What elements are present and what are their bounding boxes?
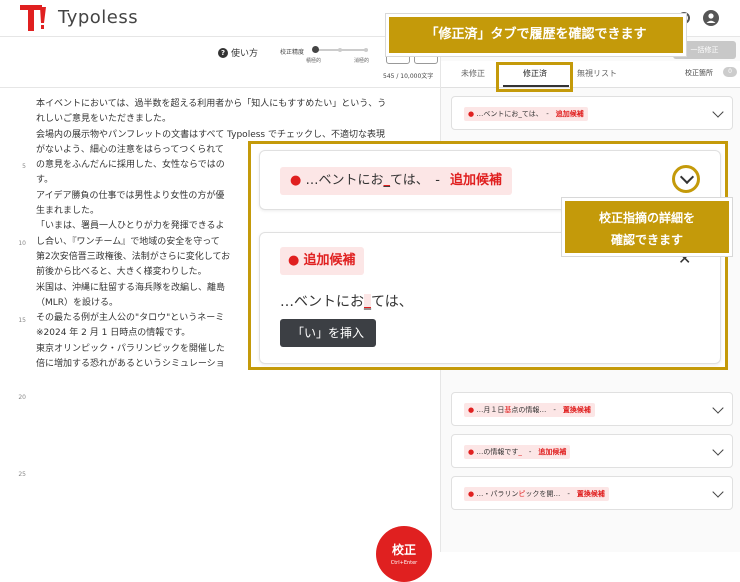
line-number: 25 [18, 471, 26, 478]
callout-fixed-tab: 「修正済」タブで履歴を確認できます [386, 14, 686, 56]
tab-ignore-list[interactable]: 無視リスト [577, 68, 617, 79]
proofread-shortcut: Ctrl+Enter [390, 560, 418, 566]
tab-highlight-frame [496, 62, 573, 92]
issue-count-badge: 0 [723, 67, 737, 77]
typoless-logo-icon [20, 5, 46, 31]
insert-button[interactable]: 「い」を挿入 [280, 319, 377, 347]
line-number: 10 [18, 240, 26, 247]
editor-line: れしいご意見をいただきました。 [36, 114, 172, 125]
panel-tabs: 未修正 修正済 無視リスト 校正箇所 0 [441, 61, 740, 88]
slider-step [364, 48, 368, 52]
zoom-suggestion-tag: ● …ベントにお_ては、 - 追加候補 [280, 167, 512, 195]
callout-details-line2: 確認できます [610, 233, 683, 247]
suggestion-tag: ● …・パラリンピックを開… - 置換候補 [464, 487, 609, 501]
help-icon: ? [218, 47, 228, 58]
detail-snippet: …ベントにお_ては、 [280, 294, 413, 310]
callout-details-line1: 校正指摘の詳細を [598, 211, 695, 225]
account-icon[interactable] [703, 10, 719, 26]
editor-line: 本イベントにおいては、過半数を超える利用者から「知人にもすすめたい」という、う [36, 99, 387, 109]
help-label: 使い方 [231, 49, 259, 59]
proofread-button[interactable]: 校正 Ctrl+Enter [376, 526, 432, 582]
suggestion-card[interactable]: ● …・パラリンピックを開… - 置換候補 [451, 476, 733, 510]
precision-label: 校正精度 [280, 49, 305, 56]
line-number: 20 [18, 394, 26, 401]
precision-max-label: 消極的 [354, 58, 370, 64]
suggestion-card[interactable]: ● …の情報です_ - 追加候補 [451, 434, 733, 468]
suggestion-tag: ● …ベントにお_ては、 - 追加候補 [464, 107, 588, 121]
help-link[interactable]: ? 使い方 [218, 46, 258, 59]
editor-toolbar: ? 使い方 校正精度 積極的 消極的 545 / 10,000文字 [0, 37, 440, 88]
suggestion-card[interactable]: ● …ベントにお_ては、 - 追加候補 [451, 96, 733, 130]
line-gutter: 5 10 15 20 25 [0, 89, 26, 549]
callout-details: 校正指摘の詳細を 確認できます [562, 198, 732, 256]
slider-knob[interactable] [312, 46, 319, 53]
proofread-label: 校正 [391, 543, 416, 557]
precision-min-label: 積極的 [306, 58, 322, 64]
suggestion-tag: ● …月１日基点の情報… - 置換候補 [464, 403, 595, 417]
detail-kind-tag: ● 追加候補 [280, 247, 364, 275]
slider-step [338, 48, 342, 52]
app-name: Typoless [58, 7, 139, 28]
issue-count-label: 校正箇所 [685, 69, 713, 77]
suggestion-tag: ● …の情報です_ - 追加候補 [464, 445, 571, 459]
expand-chevron-icon[interactable] [672, 165, 700, 193]
precision-slider[interactable] [312, 46, 368, 53]
chevron-down-icon[interactable] [712, 444, 724, 456]
chevron-down-icon[interactable] [712, 402, 724, 414]
chevron-down-icon[interactable] [712, 106, 724, 118]
chevron-down-icon[interactable] [712, 486, 724, 498]
suggestion-card[interactable]: ● …月１日基点の情報… - 置換候補 [451, 392, 733, 426]
tab-unfixed[interactable]: 未修正 [461, 68, 485, 79]
line-number: 5 [22, 163, 26, 170]
line-number: 15 [18, 317, 26, 324]
char-counter: 545 / 10,000文字 [383, 73, 434, 80]
